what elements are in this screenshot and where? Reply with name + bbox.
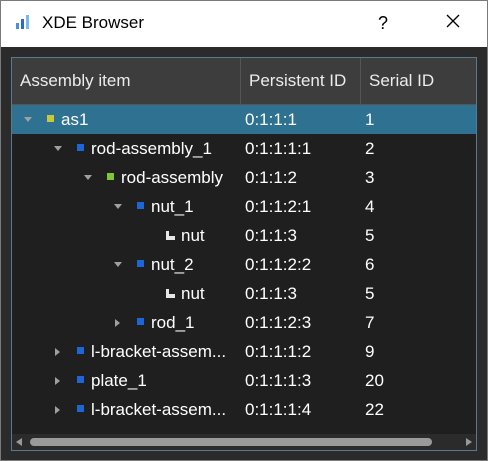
persistent-id-cell: 0:1:1:1 <box>245 110 297 129</box>
persistent-id-cell: 0:1:1:1:2 <box>245 342 312 361</box>
assembly-node-icon <box>137 202 144 209</box>
serial-id-cell: 7 <box>365 313 375 332</box>
assembly-node-icon <box>77 144 84 151</box>
serial-id-cell: 22 <box>365 400 384 419</box>
assembly-node-icon <box>137 318 144 325</box>
tree-row[interactable]: nut 0:1:1:3 5 <box>12 221 476 250</box>
assembly-node-icon <box>77 376 84 383</box>
tree-row[interactable]: l-bracket-assem... 0:1:1:1:2 9 <box>12 337 476 366</box>
serial-id-cell: 3 <box>365 168 375 187</box>
serial-id-cell: 5 <box>365 226 375 245</box>
tree-row[interactable]: rod-assembly 0:1:1:2 3 <box>12 163 476 192</box>
persistent-id-cell: 0:1:1:2:2 <box>245 255 312 274</box>
scrollbar-thumb[interactable] <box>30 438 432 446</box>
assembly-item-name: rod-assembly <box>121 168 224 187</box>
assembly-item-name: plate_1 <box>91 371 147 390</box>
title-bar[interactable]: XDE Browser ? <box>1 1 487 47</box>
tree-row[interactable]: plate_1 0:1:1:1:3 20 <box>12 366 476 395</box>
assembly-node-icon <box>77 405 84 412</box>
close-icon <box>446 14 460 33</box>
collapsed-arrow-icon[interactable] <box>52 395 64 424</box>
collapsed-arrow-icon[interactable] <box>52 337 64 366</box>
assembly-item-name: nut <box>181 284 205 303</box>
expanded-arrow-icon[interactable] <box>52 134 64 163</box>
expanded-arrow-icon[interactable] <box>112 192 124 221</box>
xde-browser-window: XDE Browser ? Assembly item Persistent I… <box>0 0 488 461</box>
serial-id-cell: 20 <box>365 371 384 390</box>
tree-row[interactable]: l-bracket-assem... 0:1:1:1:4 22 <box>12 395 476 424</box>
tree-row[interactable]: as1 0:1:1:1 1 <box>12 105 476 134</box>
serial-id-cell: 5 <box>365 284 375 303</box>
leaf-shape-icon <box>165 228 176 240</box>
window-title: XDE Browser <box>42 13 145 32</box>
leaf-shape-icon <box>165 286 176 298</box>
assembly-tree[interactable]: Assembly item Persistent ID Serial ID as… <box>11 57 477 451</box>
persistent-id-cell: 0:1:1:1:4 <box>245 400 312 419</box>
assembly-item-name: l-bracket-assem... <box>91 400 227 419</box>
persistent-id-cell: 0:1:1:2:1 <box>245 197 312 216</box>
serial-id-cell: 1 <box>365 110 375 129</box>
serial-id-cell: 4 <box>365 197 375 216</box>
assembly-item-name: nut_2 <box>151 255 194 274</box>
part-node-icon <box>107 173 114 180</box>
persistent-id-cell: 0:1:1:2 <box>245 168 297 187</box>
scroll-right-icon[interactable] <box>466 438 472 446</box>
root-node-icon <box>47 115 54 122</box>
assembly-item-name: rod-assembly_1 <box>91 139 212 158</box>
assembly-node-icon <box>77 347 84 354</box>
close-button[interactable] <box>425 7 481 39</box>
assembly-item-name: l-bracket-assem... <box>91 342 227 361</box>
assembly-item-name: nut <box>181 226 205 245</box>
assembly-item-name: nut_1 <box>151 197 194 216</box>
tree-header: Assembly item Persistent ID Serial ID <box>12 58 476 105</box>
help-button[interactable]: ? <box>364 7 402 39</box>
expanded-arrow-icon[interactable] <box>22 105 34 134</box>
expanded-arrow-icon[interactable] <box>82 163 94 192</box>
scroll-left-icon[interactable] <box>16 438 22 446</box>
persistent-id-cell: 0:1:1:1:3 <box>245 371 312 390</box>
tree-row[interactable]: rod-assembly_1 0:1:1:1:1 2 <box>12 134 476 163</box>
collapsed-arrow-icon[interactable] <box>52 366 64 395</box>
persistent-id-cell: 0:1:1:1:1 <box>245 139 312 158</box>
assembly-item-name: rod_1 <box>151 313 195 332</box>
app-icon <box>15 14 33 30</box>
serial-id-cell: 2 <box>365 139 375 158</box>
serial-id-cell: 9 <box>365 342 375 361</box>
persistent-id-cell: 0:1:1:2:3 <box>245 313 312 332</box>
column-header-assembly-item[interactable]: Assembly item <box>12 58 241 104</box>
assembly-node-icon <box>137 260 144 267</box>
persistent-id-cell: 0:1:1:3 <box>245 284 297 303</box>
column-header-persistent-id[interactable]: Persistent ID <box>241 58 361 104</box>
tree-row[interactable]: nut_2 0:1:1:2:2 6 <box>12 250 476 279</box>
tree-row[interactable]: nut_1 0:1:1:2:1 4 <box>12 192 476 221</box>
column-header-serial-id[interactable]: Serial ID <box>361 58 476 104</box>
assembly-item-name: as1 <box>61 110 89 129</box>
tree-row[interactable]: rod_1 0:1:1:2:3 7 <box>12 308 476 337</box>
tree-row[interactable]: nut 0:1:1:3 5 <box>12 279 476 308</box>
expanded-arrow-icon[interactable] <box>112 250 124 279</box>
collapsed-arrow-icon[interactable] <box>112 308 124 337</box>
horizontal-scrollbar[interactable] <box>12 434 476 450</box>
persistent-id-cell: 0:1:1:3 <box>245 226 297 245</box>
serial-id-cell: 6 <box>365 255 375 274</box>
